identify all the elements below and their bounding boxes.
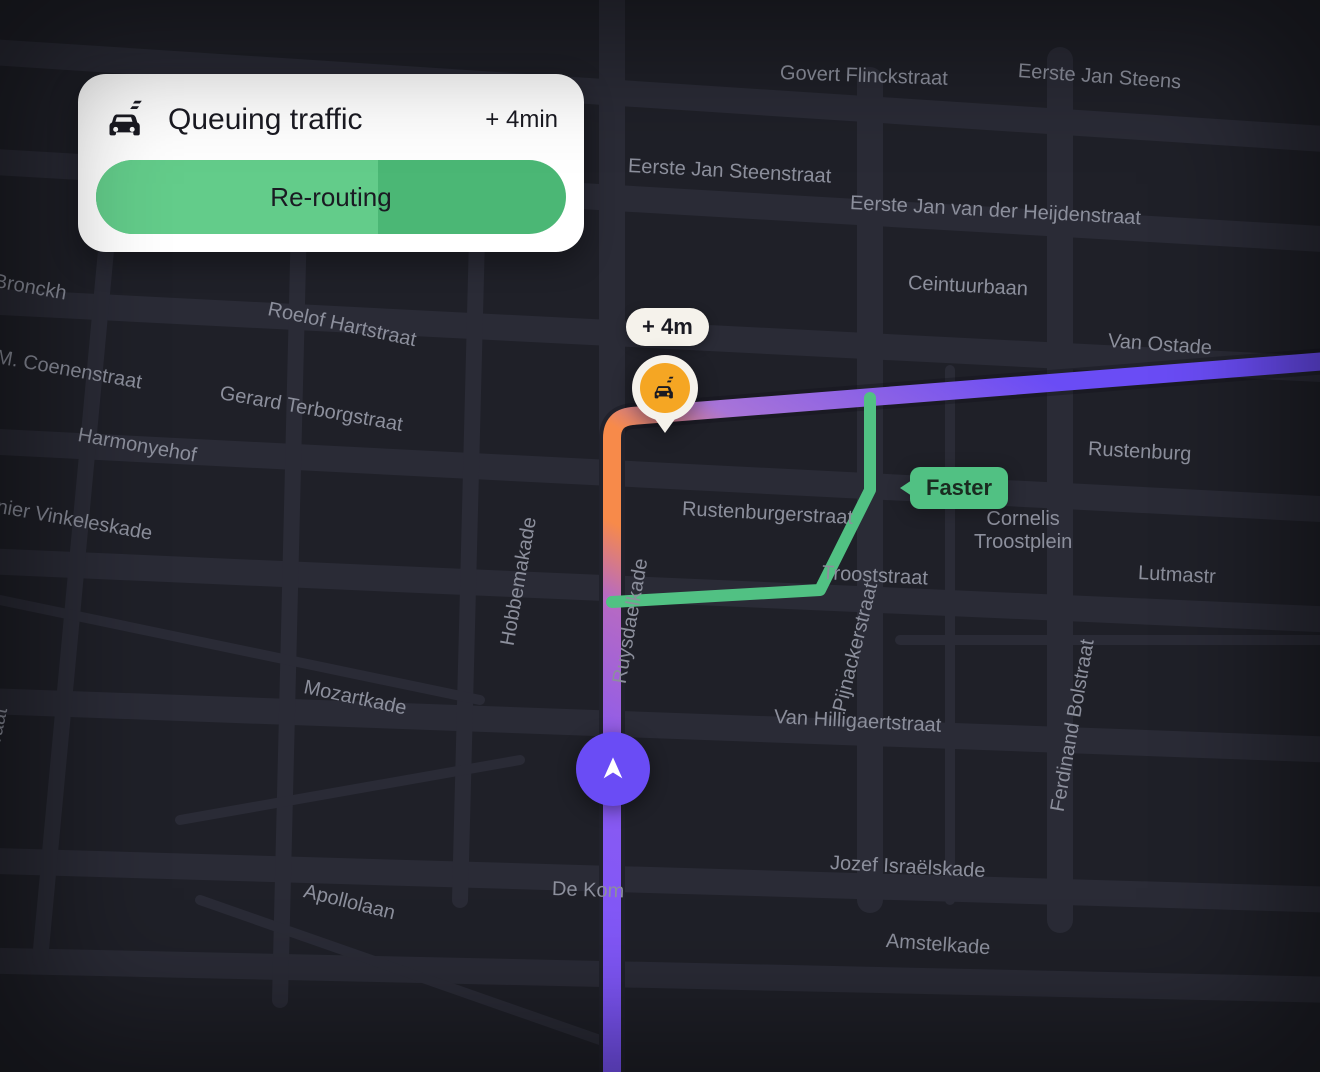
queuing-traffic-icon bbox=[104, 98, 148, 142]
traffic-delay-bubble-text: + 4m bbox=[642, 314, 693, 339]
traffic-delay-bubble: + 4m bbox=[626, 308, 709, 346]
faster-route-label-text: Faster bbox=[926, 475, 992, 500]
faster-route-label[interactable]: Faster bbox=[910, 467, 1008, 509]
queuing-traffic-icon bbox=[650, 373, 680, 403]
reroute-button[interactable]: Re-routing bbox=[96, 160, 566, 234]
alert-delay: + 4min bbox=[485, 106, 558, 134]
navigation-arrow-icon bbox=[599, 755, 627, 783]
alternate-route bbox=[612, 398, 870, 602]
traffic-alert-card: Queuing traffic + 4min Re-routing bbox=[78, 74, 584, 252]
traffic-incident-pin[interactable] bbox=[632, 348, 698, 428]
current-position-marker bbox=[576, 732, 650, 806]
alert-title: Queuing traffic bbox=[168, 103, 465, 137]
reroute-button-label: Re-routing bbox=[270, 182, 391, 212]
